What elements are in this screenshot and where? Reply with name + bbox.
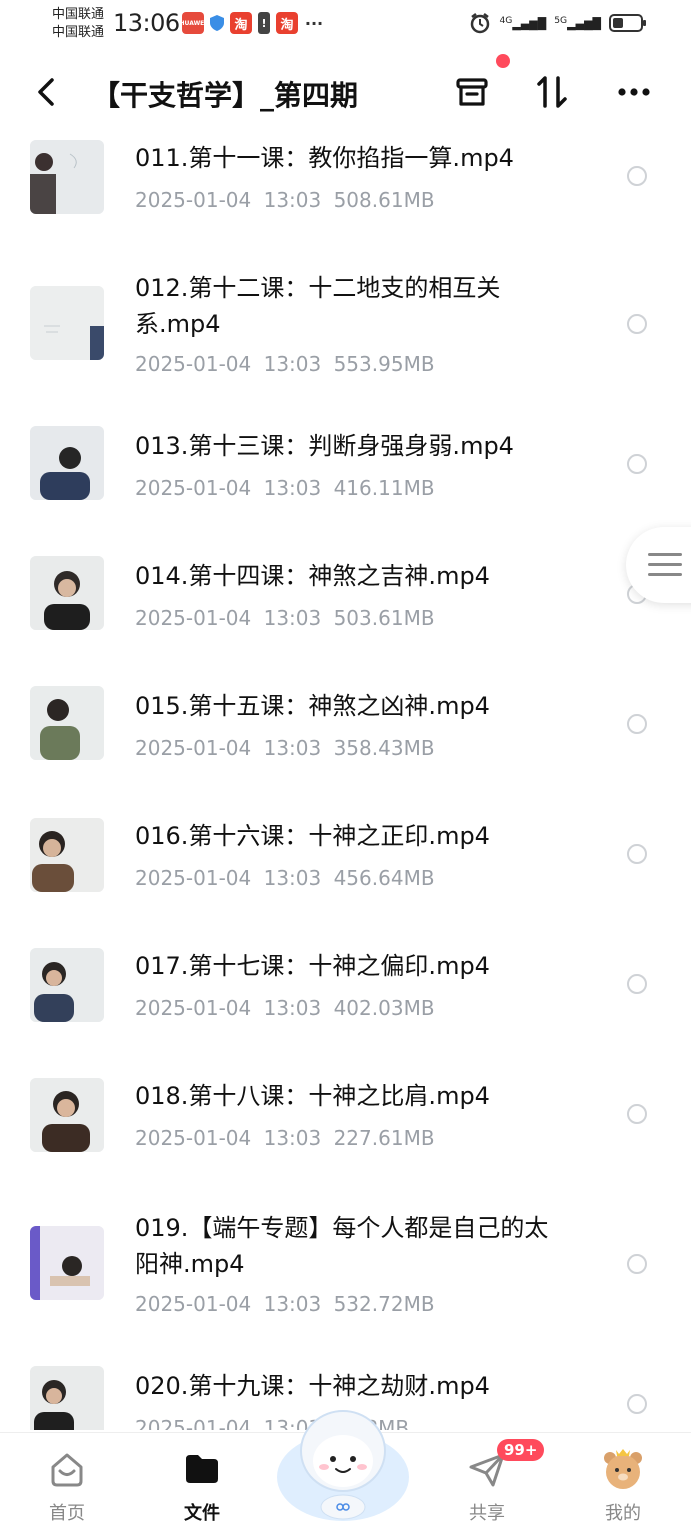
taobao-icon: 淘 [230,12,252,34]
video-thumbnail [30,1078,104,1152]
menu-lines-icon [648,553,682,583]
carrier-labels: 中国联通 中国联通 [52,6,104,42]
file-meta: 2025-01-04 13:03 532.72MB [135,1292,435,1316]
file-meta: 2025-01-04 13:03 402.03MB [135,996,435,1020]
file-name: 019.【端午专题】每个人都是自己的太阳神.mp4 [135,1214,549,1278]
sort-button[interactable] [530,70,574,114]
nav-home[interactable]: 首页 [17,1445,117,1525]
file-meta: 2025-01-04 13:03 358.43MB [135,736,435,760]
signal-1-icon: 4G▂▄▆█ [499,15,547,31]
signal-2-icon: 5G▂▄▆█ [554,15,601,31]
select-radio[interactable] [627,844,647,864]
select-radio[interactable] [627,1104,647,1124]
video-thumbnail [30,1366,104,1430]
select-radio[interactable] [627,1254,647,1274]
select-radio[interactable] [627,714,647,734]
notification-dot [496,54,510,68]
video-thumbnail [30,948,104,1022]
shield-icon [210,12,224,34]
video-thumbnail [30,556,104,630]
share-badge: 99+ [497,1439,545,1461]
nav-home-label: 首页 [49,1503,85,1524]
notification-icons: HUAWEI 淘 ! 淘 ··· [179,12,324,34]
file-meta: 2025-01-04 13:03 456.64MB [135,866,435,890]
battery-alert-icon: ! [258,12,270,34]
file-name: 011.第十一课：教你掐指一算.mp4 [135,144,514,172]
file-name: 013.第十三课：判断身强身弱.mp4 [135,432,514,460]
nav-share-label: 共享 [469,1503,505,1524]
taobao-icon: 淘 [276,12,298,34]
status-bar: 中国联通 中国联通 13:06 HUAWEI 淘 ! 淘 ··· 4G▂▄▆█ … [0,0,691,48]
sort-icon [537,76,567,108]
select-radio[interactable] [627,166,647,186]
ai-assistant-mascot[interactable] [272,1395,414,1527]
nav-files-label: 文件 [184,1503,220,1524]
file-name: 015.第十五课：神煞之凶神.mp4 [135,692,490,720]
file-meta: 2025-01-04 13:03 553.95MB [135,352,435,376]
battery-icon [609,14,646,32]
carrier-1: 中国联通 [52,7,105,22]
file-meta: 2025-01-04 13:03 503.61MB [135,606,435,630]
more-options-button[interactable] [612,70,656,114]
select-radio[interactable] [627,314,647,334]
more-dots-icon: ··· [304,13,324,33]
file-name: 016.第十六课：十神之正印.mp4 [135,822,490,850]
video-thumbnail [30,140,104,214]
select-radio[interactable] [627,1394,647,1414]
nav-share[interactable]: 99+ 共享 [437,1439,545,1525]
file-meta: 2025-01-04 13:03 416.11MB [135,476,435,500]
home-icon [51,1453,83,1487]
select-radio[interactable] [627,974,647,994]
video-thumbnail [30,286,104,360]
video-thumbnail [30,426,104,500]
chevron-left-icon [38,78,54,106]
clock: 13:06 [113,9,180,37]
transfer-box-icon [456,78,488,106]
file-list: 011.第十一课：教你掐指一算.mp4 2025-01-04 13:03 508… [0,130,691,1430]
nav-mine-label: 我的 [605,1503,641,1524]
video-thumbnail [30,1226,104,1300]
file-name: 012.第十二课：十二地支的相互关系.mp4 [135,274,501,338]
file-meta: 2025-01-04 13:03 508.61MB [135,188,435,212]
bear-avatar-icon [604,1449,642,1489]
file-name: 018.第十八课：十神之比肩.mp4 [135,1082,490,1110]
mascot-icon [277,1410,409,1521]
file-name: 014.第十四课：神煞之吉神.mp4 [135,562,490,590]
header: 【干支哲学】_第四期 [0,58,691,130]
more-horizontal-icon [618,88,650,96]
alarm-icon [471,13,490,34]
file-meta: 2025-01-04 13:03 227.61MB [135,1126,435,1150]
back-button[interactable] [28,72,68,112]
nav-files[interactable]: 文件 [152,1445,252,1525]
transfer-list-button[interactable] [450,70,494,114]
system-icons: 4G▂▄▆█ 5G▂▄▆█ [469,12,646,34]
huawei-app-icon: HUAWEI [179,12,207,34]
video-thumbnail [30,818,104,892]
page-title: 【干支哲学】_第四期 [92,79,359,112]
video-thumbnail [30,686,104,760]
nav-mine[interactable]: 我的 [573,1445,673,1525]
file-name: 017.第十七课：十神之偏印.mp4 [135,952,490,980]
carrier-2: 中国联通 [52,25,105,40]
select-radio[interactable] [627,454,647,474]
folder-icon [186,1455,218,1483]
